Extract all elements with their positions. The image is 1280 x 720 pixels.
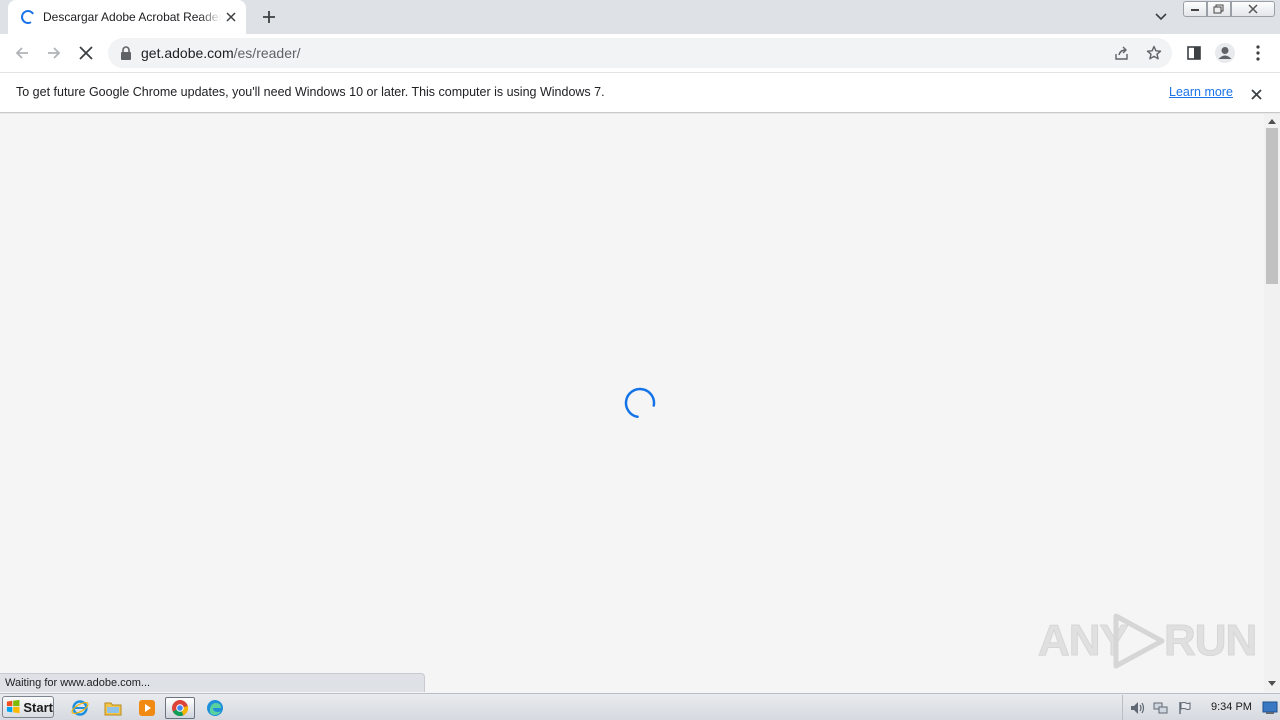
status-text: Waiting for www.adobe.com... — [5, 677, 151, 689]
clock: 9:34 PM — [1211, 701, 1252, 713]
scroll-up-arrow-icon[interactable] — [1264, 114, 1280, 128]
windows-taskbar: Start 9:34 PM — [0, 693, 1280, 720]
status-bubble: Waiting for www.adobe.com... — [0, 673, 425, 692]
edge-icon[interactable] — [204, 697, 226, 719]
show-desktop-icon[interactable] — [1261, 699, 1279, 717]
chrome-icon[interactable] — [165, 697, 195, 719]
anyrun-watermark-logo: ANY RUN — [1036, 608, 1258, 674]
update-infobar: To get future Google Chrome updates, you… — [0, 72, 1280, 113]
tab-title: Descargar Adobe Acrobat Reader: versión … — [43, 10, 221, 24]
scroll-down-arrow-icon[interactable] — [1264, 676, 1280, 690]
forward-arrow-icon[interactable] — [42, 41, 66, 65]
media-player-icon[interactable] — [136, 697, 158, 719]
bookmark-star-icon[interactable] — [1145, 44, 1163, 62]
ie-icon[interactable] — [69, 697, 91, 719]
action-center-flag-icon[interactable] — [1176, 699, 1194, 717]
infobar-message: To get future Google Chrome updates, you… — [16, 85, 605, 99]
scrollbar-thumb[interactable] — [1266, 128, 1278, 284]
play-triangle-icon — [1113, 613, 1165, 669]
stop-loading-icon[interactable] — [74, 41, 98, 65]
profile-avatar-icon[interactable] — [1213, 41, 1237, 65]
windows-logo-icon — [6, 699, 20, 714]
menu-kebab-icon[interactable] — [1246, 41, 1270, 65]
start-button[interactable]: Start — [2, 696, 54, 718]
volume-speaker-icon[interactable] — [1129, 699, 1147, 717]
lock-icon[interactable] — [119, 45, 133, 61]
explorer-icon[interactable] — [102, 697, 124, 719]
tab-adobe-reader[interactable]: Descargar Adobe Acrobat Reader: versión … — [8, 0, 246, 34]
address-bar[interactable]: get.adobe.com/es/reader/ — [108, 38, 1172, 68]
share-icon[interactable] — [1113, 44, 1131, 62]
restore-button[interactable] — [1207, 1, 1231, 17]
loading-spinner-icon — [21, 10, 35, 24]
browser-toolbar: get.adobe.com/es/reader/ — [0, 34, 1280, 72]
start-label: Start — [23, 699, 53, 715]
system-tray: 9:34 PM — [1122, 695, 1280, 720]
url-text[interactable]: get.adobe.com/es/reader/ — [141, 45, 301, 61]
new-tab-button[interactable] — [259, 7, 279, 27]
page-content — [0, 114, 1264, 692]
tab-strip: Descargar Adobe Acrobat Reader: versión … — [0, 0, 1280, 34]
back-arrow-icon[interactable] — [10, 41, 34, 65]
network-icon[interactable] — [1152, 699, 1170, 717]
tab-search-chevron-down-icon[interactable] — [1151, 7, 1171, 27]
minimize-button[interactable] — [1183, 1, 1207, 17]
page-loading-spinner-icon — [624, 387, 656, 419]
side-panel-icon[interactable] — [1182, 41, 1206, 65]
learn-more-link[interactable]: Learn more — [1169, 85, 1233, 99]
watermark-text-right: RUN — [1163, 616, 1257, 666]
window-close-button[interactable] — [1231, 1, 1275, 17]
url-host: get.adobe.com — [141, 45, 234, 61]
infobar-close-icon[interactable] — [1247, 85, 1265, 103]
vertical-scrollbar[interactable] — [1264, 114, 1280, 692]
tab-close-icon[interactable] — [223, 9, 239, 25]
url-path: /es/reader/ — [233, 45, 301, 61]
